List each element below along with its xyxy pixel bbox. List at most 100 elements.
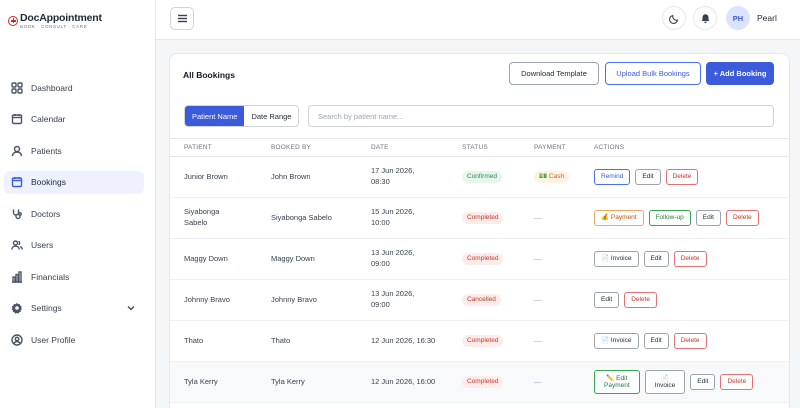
filter-tabs: Patient Name Date Range xyxy=(184,105,300,127)
payment-cell: — xyxy=(534,238,594,280)
column-header-actions: ACTIONS xyxy=(594,138,789,157)
sidebar-item-label: Patients xyxy=(31,145,62,156)
status-badge: Completed xyxy=(462,334,504,348)
date-cell: 13 Jun 2026, 09:00 xyxy=(371,279,462,321)
sidebar-item-financials[interactable]: Financials xyxy=(4,265,144,288)
sidebar-item-calendar[interactable]: Calendar xyxy=(4,108,144,131)
theme-toggle-button[interactable] xyxy=(662,6,686,30)
sidebar-item-label: Bookings xyxy=(31,177,66,187)
status-cell: Confirmed xyxy=(462,156,534,198)
calendar-icon xyxy=(11,113,23,125)
payment-button[interactable]: 💰 Payment xyxy=(594,210,644,226)
payment-cell: — xyxy=(534,320,594,362)
table-row: Junior Brown John Brown 17 Jun 2026, 08:3… xyxy=(170,156,789,198)
date-cell: 17 Jun 2026, 08:30 xyxy=(371,156,462,198)
avatar[interactable]: PH xyxy=(726,6,750,30)
menu-icon xyxy=(177,14,187,23)
payment-cell: — xyxy=(534,361,594,403)
time-text: 08:30 xyxy=(371,177,390,186)
edit-button[interactable]: Edit xyxy=(594,292,620,308)
patient-cell: Thato xyxy=(170,320,271,362)
search-input[interactable] xyxy=(308,105,774,127)
notifications-button[interactable] xyxy=(693,6,717,30)
delete-button[interactable]: Delete xyxy=(624,292,657,308)
payment-value: — xyxy=(534,335,542,345)
users-icon xyxy=(11,239,23,251)
column-header-booked-by: BOOKED BY xyxy=(271,138,371,157)
sidebar-toggle-button[interactable] xyxy=(170,7,194,30)
actions-cell: 💰 Payment Follow-up Edit Delete xyxy=(594,197,789,239)
patient-cell: Maggy Down xyxy=(170,238,271,280)
sidebar-item-user-profile[interactable]: User Profile xyxy=(4,328,144,351)
booked-by-cell: Siyabonga Sabelo xyxy=(271,197,371,239)
delete-button[interactable]: Delete xyxy=(673,251,707,267)
date-text: 15 Jun 2026, xyxy=(371,207,415,217)
delete-button[interactable]: Delete xyxy=(673,333,707,349)
table-row: Johnny Bravo Johnny Bravo 13 Jun 2026, 09… xyxy=(170,279,789,321)
grid-icon xyxy=(11,81,23,94)
column-header-status: STATUS xyxy=(462,138,534,157)
medical-cross-icon xyxy=(8,16,18,26)
invoice-button[interactable]: 📄 Invoice xyxy=(594,251,639,267)
delete-button[interactable]: Delete xyxy=(665,169,699,185)
delete-button[interactable]: Delete xyxy=(725,210,759,226)
edit-button[interactable]: Edit xyxy=(643,333,669,349)
patient-cell: Junior Brown xyxy=(170,156,271,198)
status-cell: Completed xyxy=(462,197,534,239)
user-icon xyxy=(11,145,23,157)
remind-button[interactable]: Remind xyxy=(594,169,631,185)
sidebar-item-bookings[interactable]: Bookings xyxy=(4,170,144,194)
actions-cell: 📄 Invoice Edit Delete xyxy=(594,238,789,280)
sidebar-item-label: Dashboard xyxy=(31,82,73,93)
status-cell: Cancelled xyxy=(462,279,534,321)
sidebar-nav: Dashboard Calendar Patients Bookings Doc… xyxy=(4,76,144,360)
delete-button[interactable]: Delete xyxy=(720,374,754,390)
bell-icon xyxy=(701,13,709,23)
edit-button[interactable]: Edit xyxy=(695,210,721,226)
follow-up-button[interactable]: Follow-up xyxy=(648,210,691,226)
column-header-patient: PATIENT xyxy=(170,138,271,157)
status-badge: Confirmed xyxy=(462,170,502,184)
sidebar-item-dashboard[interactable]: Dashboard xyxy=(4,76,144,99)
table-row: Siyabonga Sabelo Siyabonga Sabelo 15 Jun … xyxy=(170,197,789,239)
date-text: 13 Jun 2026, xyxy=(371,289,415,299)
sidebar-item-patients[interactable]: Patients xyxy=(4,139,144,162)
date-cell: 12 Jun 2026, 16:00 xyxy=(371,361,462,403)
column-header-date: DATE xyxy=(371,138,462,157)
sidebar-item-doctors[interactable]: Doctors xyxy=(4,202,144,225)
actions-cell: Remind Edit Delete xyxy=(594,156,789,198)
patient-cell: Siyabonga Sabelo xyxy=(170,197,271,239)
edit-button[interactable]: Edit xyxy=(643,251,669,267)
invoice-button[interactable]: 📄 Invoice xyxy=(644,370,686,394)
tab-patient-name[interactable]: Patient Name xyxy=(185,106,245,126)
edit-payment-button[interactable]: ✏️ Edit Payment xyxy=(594,370,640,394)
sidebar-item-users[interactable]: Users xyxy=(4,234,144,257)
patient-name-line: Sabelo xyxy=(184,218,208,227)
actions-cell: Edit Delete xyxy=(594,279,789,321)
tab-date-range[interactable]: Date Range xyxy=(244,106,298,126)
edit-button[interactable]: Edit xyxy=(690,374,716,390)
booked-by-cell: Johnny Bravo xyxy=(271,279,371,321)
sidebar-item-settings[interactable]: Settings xyxy=(4,297,144,320)
edit-button[interactable]: Edit xyxy=(635,169,661,185)
table-row: Tyla Kerry Tyla Kerry 12 Jun 2026, 16:00… xyxy=(170,361,789,403)
add-booking-button[interactable]: + Add Booking xyxy=(706,62,774,85)
actions-cell: ✏️ Edit Payment 📄 Invoice Edit Delete xyxy=(594,361,789,403)
sidebar-item-label: Users xyxy=(31,240,54,250)
upload-bulk-bookings-button[interactable]: Upload Bulk Bookings xyxy=(605,62,701,85)
document-icon: 📄 xyxy=(660,374,669,382)
payment-cell: 💵 Cash xyxy=(534,156,594,198)
download-template-button[interactable]: Download Template xyxy=(509,62,599,85)
invoice-button[interactable]: 📄 Invoice xyxy=(594,333,639,349)
sidebar-item-label: Settings xyxy=(31,303,62,313)
sidebar-item-label: Calendar xyxy=(31,114,66,124)
status-badge: Cancelled xyxy=(462,293,501,307)
chevron-down-icon[interactable] xyxy=(126,303,136,313)
date-cell: 13 Jun 2026, 09:00 xyxy=(371,238,462,280)
table-row: Maggy Down Maggy Down 13 Jun 2026, 09:00 … xyxy=(170,238,789,280)
patient-cell: Johnny Bravo xyxy=(170,279,271,321)
brand-logo[interactable]: DocAppointment BOOK · CONSULT · CARE xyxy=(8,13,102,29)
payment-value: — xyxy=(534,294,542,304)
user-name[interactable]: Pearl xyxy=(757,13,777,23)
gear-icon xyxy=(11,302,23,314)
